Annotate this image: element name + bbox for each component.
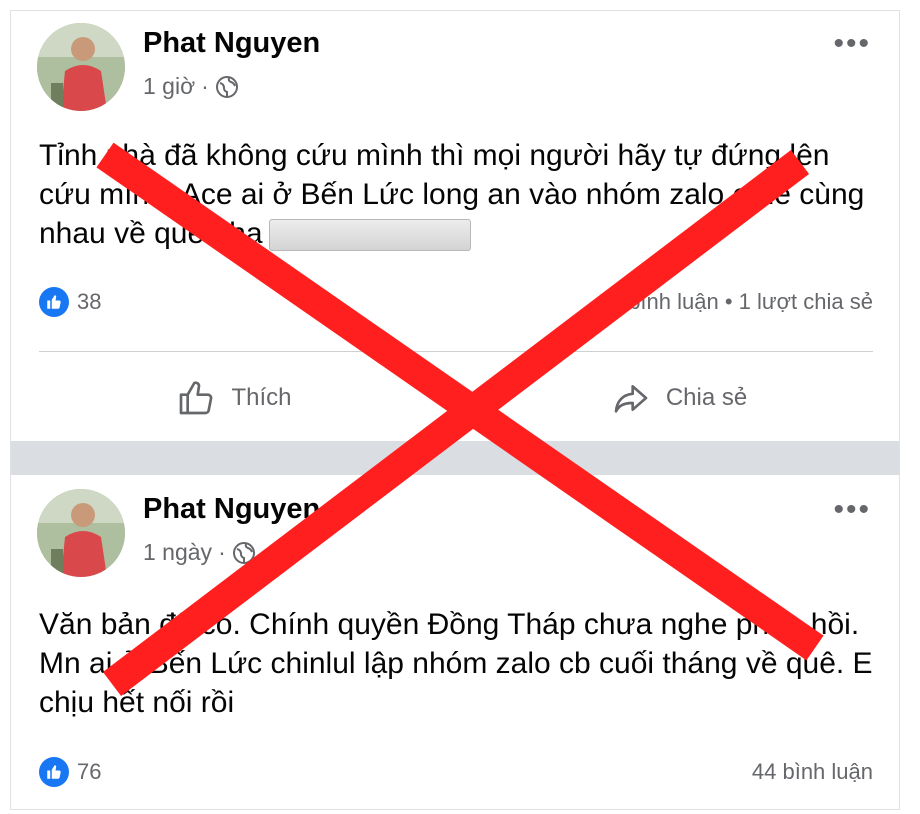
post-text: Tỉnh nhà đã không cứu mình thì mọi người… [39,136,879,253]
post-stats: 76 44 bình luận [39,757,873,787]
thumbs-up-mini-icon [47,295,61,309]
post-2: Phat Nguyen 1 ngày · ••• Văn bản đã có. … [11,475,899,809]
post-time[interactable]: 1 giờ [143,73,195,100]
feed-separator [11,441,899,475]
post-time[interactable]: 1 ngày [143,539,212,566]
thumbs-up-icon [180,381,213,415]
share-label: Chia sẻ [665,384,748,411]
globe-icon [215,75,238,98]
share-count[interactable]: 1 lượt chia sẻ [739,289,873,314]
engagement-summary: 44 bình luận [752,759,873,785]
reactions[interactable]: 38 [39,287,101,317]
comment-count[interactable]: 44 bình luận [752,759,873,784]
post-text-content: Văn bản đã có. Chính quyền Đồng Tháp chư… [39,608,873,719]
more-options-icon[interactable]: ••• [833,495,871,525]
share-arrow-icon [614,385,648,413]
like-badge-icon [39,757,69,787]
meta-dot: · [201,73,209,99]
share-button[interactable]: Chia sẻ [456,373,899,423]
author-name[interactable]: Phat Nguyen [143,493,320,526]
reactions[interactable]: 76 [39,757,101,787]
post-text: Văn bản đã có. Chính quyền Đồng Tháp chư… [39,605,879,722]
action-bar: Thích Chia sẻ [11,373,899,423]
redacted-block [268,219,471,252]
post-1: Phat Nguyen 1 giờ · ••• Tỉnh nhà đã khôn… [11,11,899,441]
screenshot-frame: Phat Nguyen 1 giờ · ••• Tỉnh nhà đã khôn… [10,10,900,810]
engagement-summary: 29 bình luận • 1 lượt chia sẻ [598,289,873,315]
stats-dot: • [724,289,739,314]
divider [39,351,873,352]
more-options-icon[interactable]: ••• [833,29,871,59]
thumbs-up-mini-icon [47,765,61,779]
post-meta: 1 ngày · [143,539,256,566]
post-stats: 38 29 bình luận • 1 lượt chia sẻ [39,287,873,317]
avatar-photo [37,23,125,111]
like-count: 38 [77,289,102,314]
avatar-photo [37,489,125,577]
like-count: 76 [77,759,102,784]
like-button[interactable]: Thích [11,373,456,423]
globe-icon [232,541,255,564]
avatar[interactable] [37,489,125,577]
like-badge-icon [39,287,69,317]
like-label: Thích [231,384,292,411]
avatar[interactable] [37,23,125,111]
post-meta: 1 giờ · [143,73,239,100]
author-name[interactable]: Phat Nguyen [143,27,320,60]
comment-count[interactable]: 29 bình luận [598,289,719,314]
meta-dot: · [218,539,226,565]
